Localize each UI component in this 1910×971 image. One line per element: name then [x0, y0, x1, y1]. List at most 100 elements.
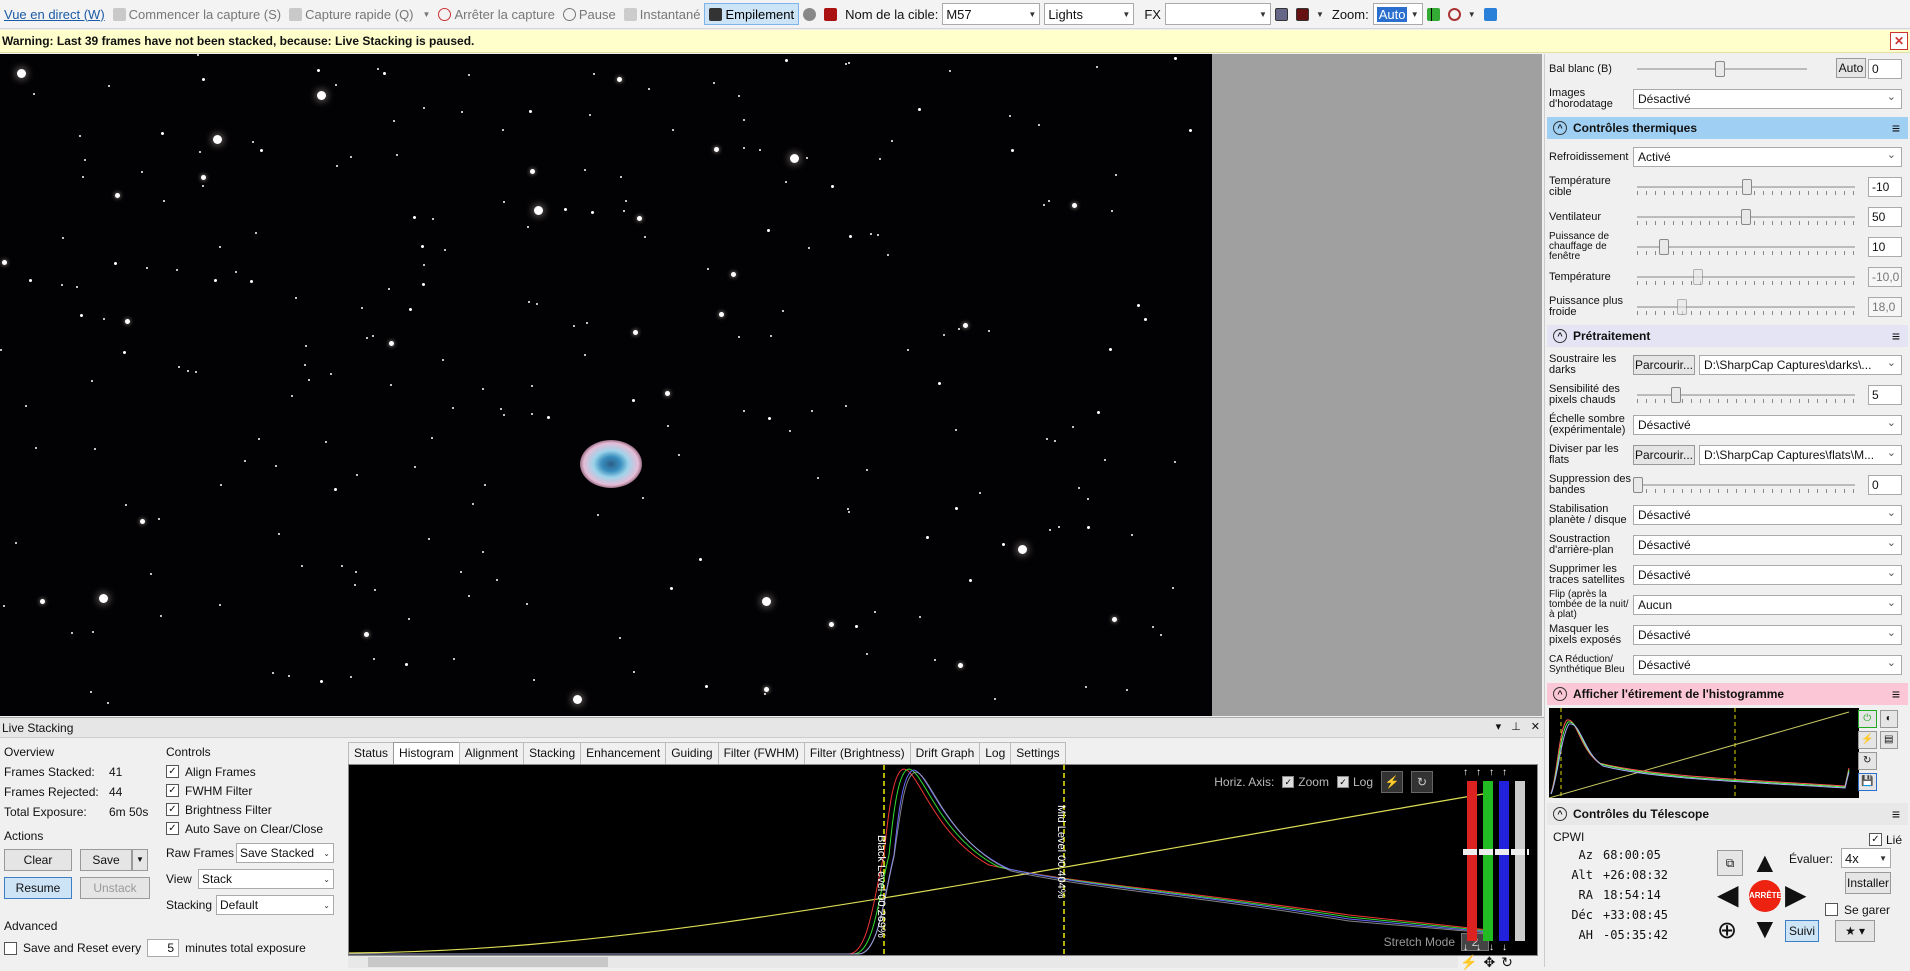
frame-type-select[interactable]: Lights ▼ [1044, 3, 1135, 25]
slider-thumb[interactable] [1659, 239, 1669, 255]
slider-thumb[interactable] [1671, 387, 1681, 403]
slider-thumb[interactable] [1741, 209, 1751, 225]
ca-reduction-select[interactable]: Désactivé [1633, 655, 1902, 675]
contrast-icon[interactable]: ◐ [1879, 710, 1898, 728]
stacking-button[interactable]: Empilement [704, 3, 800, 25]
fwhm-filter-checkbox[interactable]: ✓ FWHM Filter [166, 781, 336, 800]
flip-select[interactable]: Aucun [1633, 595, 1902, 615]
menu-icon[interactable]: ≡ [1892, 120, 1900, 136]
auto-button[interactable]: Auto [1836, 58, 1866, 78]
start-capture-button[interactable]: Commencer la capture (S) [109, 3, 285, 25]
tools-button[interactable] [1480, 3, 1501, 25]
satellite-select[interactable]: Désactivé [1633, 565, 1902, 585]
hot-pixel-slider[interactable] [1637, 394, 1855, 396]
histogram-scrollbar[interactable] [348, 956, 1458, 968]
cooling-select[interactable]: Activé [1633, 147, 1902, 167]
tab-drift-graph[interactable]: Drift Graph [909, 742, 981, 764]
tab-filter-brightness[interactable]: Filter (Brightness) [803, 742, 911, 764]
crosshair-icon[interactable]: ✥ [1483, 954, 1495, 971]
target-name-field[interactable]: M57 ▼ [942, 3, 1041, 25]
snapshot-button[interactable]: Instantané [620, 3, 705, 25]
save-reset-checkbox[interactable] [4, 941, 17, 955]
favorite-button[interactable]: ★ ▾ [1835, 920, 1875, 942]
stacking-select[interactable]: Default ⌄ [216, 895, 334, 915]
menu-icon[interactable]: ≡ [1892, 686, 1900, 702]
fan-value[interactable]: 50 [1868, 207, 1902, 227]
close-icon[interactable]: ✕ [1531, 720, 1540, 733]
flats-path-select[interactable]: D:\SharpCap Captures\flats\M... [1699, 445, 1902, 465]
image-viewer[interactable] [0, 54, 1212, 716]
power-icon[interactable]: ⏻ [1858, 710, 1877, 728]
bg-subtraction-select[interactable]: Désactivé [1633, 535, 1902, 555]
arrow-right-icon[interactable]: ▶ [1785, 880, 1807, 910]
slider-handles[interactable] [1463, 849, 1529, 855]
stabilization-select[interactable]: Désactivé [1633, 505, 1902, 525]
scrollbar-thumb[interactable] [368, 957, 608, 967]
target-icon[interactable]: ⊕ [1717, 916, 1737, 946]
green-level-slider[interactable] [1483, 781, 1493, 941]
save-button[interactable]: Save [80, 849, 132, 871]
arrow-left-icon[interactable]: ◀ [1717, 880, 1739, 910]
mask-pixels-select[interactable]: Désactivé [1633, 625, 1902, 645]
resume-button[interactable]: Resume [4, 877, 72, 899]
menu-icon[interactable]: ≡ [1892, 806, 1900, 822]
align-frames-checkbox[interactable]: ✓ Align Frames [166, 762, 336, 781]
rate-select[interactable]: 4x ▼ [1841, 848, 1891, 868]
mini-histogram-chart[interactable] [1549, 708, 1859, 798]
preprocessing-section-header[interactable]: ^ Prétraitement ≡ [1547, 325, 1908, 347]
frame-icon[interactable]: ⧉ [1717, 850, 1743, 876]
red-tool-button[interactable] [820, 3, 841, 25]
save-icon[interactable]: 💾 [1858, 773, 1877, 791]
auto-stretch-icon[interactable]: ⚡ [1858, 731, 1877, 749]
tab-log[interactable]: Log [979, 742, 1012, 764]
white-balance-b-value[interactable]: 0 [1868, 59, 1902, 79]
slider-thumb[interactable] [1633, 477, 1643, 493]
focus-button[interactable]: ▼ [1444, 3, 1480, 25]
window-heater-slider[interactable] [1637, 246, 1855, 248]
auto-save-checkbox[interactable]: ✓ Auto Save on Clear/Close [166, 819, 336, 838]
tab-filter-fwhm[interactable]: Filter (FWHM) [717, 742, 805, 764]
stop-capture-button[interactable]: Arrêter la capture [434, 3, 558, 25]
close-warning-button[interactable]: ✕ [1890, 32, 1908, 50]
live-view-button[interactable]: Vue en direct (W) [0, 3, 109, 25]
banding-value[interactable]: 0 [1868, 475, 1902, 495]
clear-button[interactable]: Clear [4, 849, 72, 871]
pause-button[interactable]: Pause [559, 3, 620, 25]
tab-stacking[interactable]: Stacking [523, 742, 582, 764]
stop-button[interactable]: ARRÊTE [1749, 880, 1782, 912]
chevron-down-icon[interactable]: ▼ [423, 10, 431, 19]
browse-darks-button[interactable]: Parcourir... [1633, 355, 1695, 375]
unstack-button[interactable]: Unstack [80, 877, 150, 899]
tab-histogram[interactable]: Histogram [393, 742, 460, 764]
dark-scale-select[interactable]: Désactivé [1633, 415, 1902, 435]
display-button[interactable] [1271, 3, 1292, 25]
slider-thumb[interactable] [1742, 179, 1752, 195]
save-dropdown-button[interactable]: ▼ [132, 849, 148, 871]
darks-path-select[interactable]: D:\SharpCap Captures\darks\... [1699, 355, 1902, 375]
window-heater-value[interactable]: 10 [1868, 237, 1902, 257]
linked-checkbox[interactable]: ✓ Lié [1868, 830, 1902, 849]
track-button[interactable]: Suivi [1785, 920, 1819, 942]
blue-level-slider[interactable] [1499, 781, 1509, 941]
histogram-section-header[interactable]: ^ Afficher l'étirement de l'histogramme ≡ [1547, 683, 1908, 705]
zoom-checkbox[interactable]: ✓ Zoom [1282, 775, 1329, 789]
log-checkbox[interactable]: ✓ Log [1336, 775, 1373, 789]
save-reset-stepper[interactable]: 5 [147, 939, 180, 957]
lock-icon[interactable]: ▤ [1879, 731, 1898, 749]
tab-status[interactable]: Status [348, 742, 395, 764]
slider-thumb[interactable] [1715, 61, 1725, 77]
reticle-button[interactable] [799, 3, 820, 25]
tab-settings[interactable]: Settings [1010, 742, 1066, 764]
hot-pixel-value[interactable]: 5 [1868, 385, 1902, 405]
fx-select[interactable]: ▼ [1164, 3, 1271, 25]
tab-alignment[interactable]: Alignment [458, 742, 525, 764]
lightning-icon[interactable]: ⚡ [1460, 954, 1477, 971]
thermal-section-header[interactable]: ^ Contrôles thermiques ≡ [1547, 117, 1908, 139]
refresh-icon[interactable]: ↻ [1501, 954, 1513, 971]
luminance-level-slider[interactable] [1515, 781, 1525, 941]
dropdown-icon[interactable]: ▾ [1496, 720, 1502, 733]
quick-capture-button[interactable]: Capture rapide (Q) ▼ [285, 3, 434, 25]
tab-enhancement[interactable]: Enhancement [580, 742, 667, 764]
arrow-down-icon[interactable]: ▼ [1751, 914, 1779, 944]
install-button[interactable]: Installer [1845, 872, 1891, 894]
